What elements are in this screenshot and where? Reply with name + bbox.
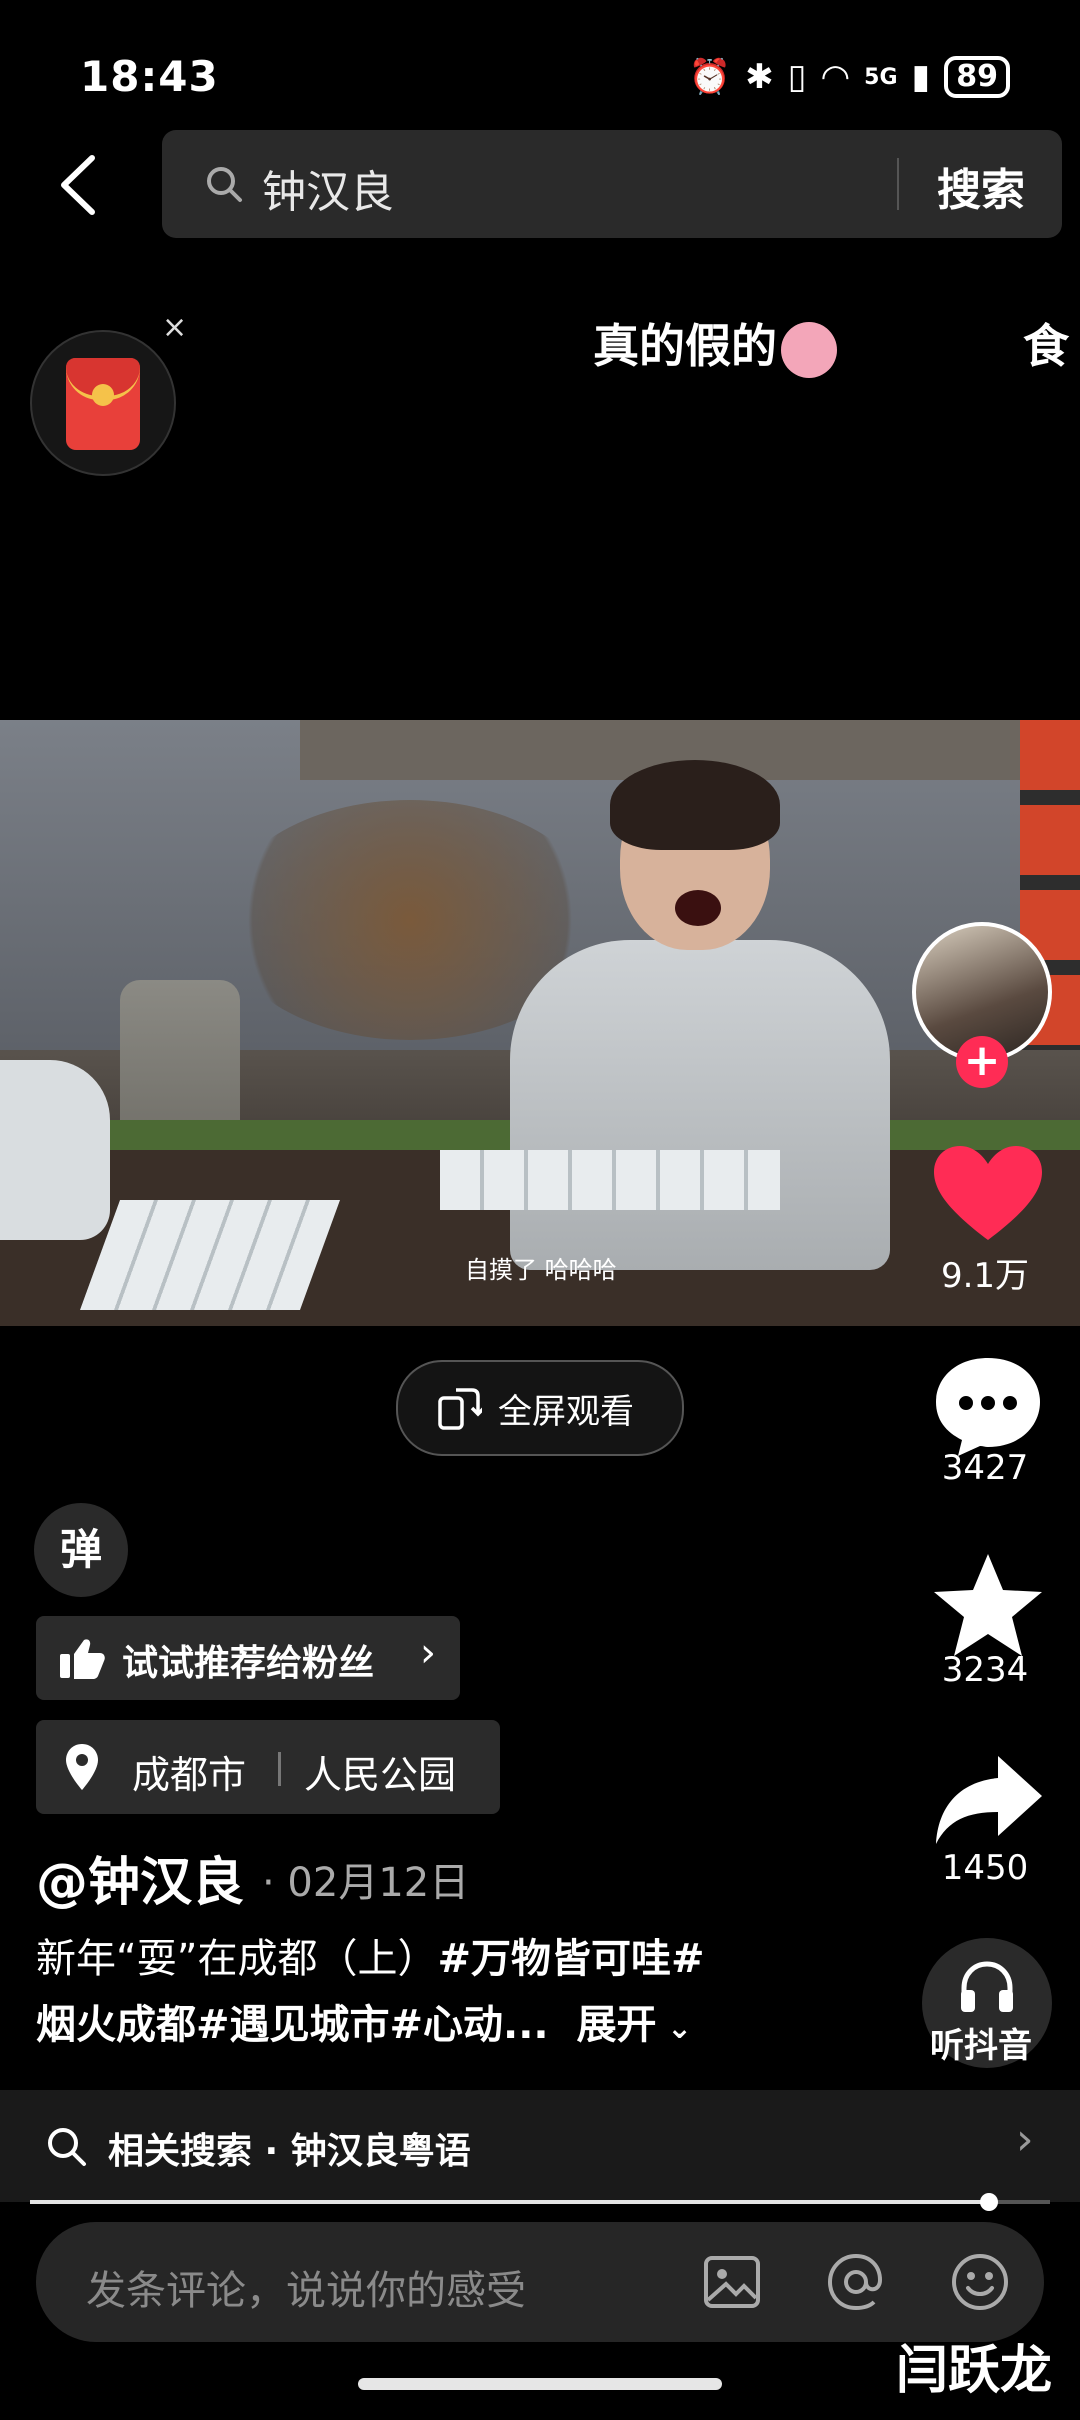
at-mention-icon[interactable] bbox=[824, 2250, 888, 2314]
search-button[interactable]: 搜索 bbox=[937, 154, 1025, 218]
recommend-label: 试试推荐给粉丝 bbox=[122, 1643, 375, 1684]
trending-item[interactable]: 真的假的 bbox=[593, 310, 837, 378]
location-pin-icon bbox=[66, 1744, 98, 1790]
bluetooth-icon: ✱ bbox=[745, 57, 774, 97]
status-bar: 18:43 ⏰ ✱ ▯ ◠ 5G ▮ 89 bbox=[0, 0, 1080, 140]
follow-button[interactable]: + bbox=[956, 1036, 1008, 1088]
watermark: 闫跃龙 bbox=[896, 2341, 1053, 2401]
vibrate-icon: ▯ bbox=[787, 57, 807, 97]
wifi-icon: ◠ bbox=[820, 57, 851, 97]
image-icon[interactable] bbox=[700, 2250, 764, 2314]
status-time: 18:43 bbox=[80, 52, 219, 101]
like-count: 9.1万 bbox=[940, 1256, 1030, 1296]
author-name[interactable]: @钟汉良 bbox=[36, 1840, 244, 1915]
alarm-icon: ⏰ bbox=[688, 57, 732, 97]
fullscreen-button[interactable]: 全屏观看 bbox=[396, 1360, 684, 1456]
red-envelope-icon bbox=[66, 358, 140, 450]
chevron-down-icon: ⌄ bbox=[656, 2011, 693, 2046]
comment-count: 3427 bbox=[941, 1448, 1029, 1488]
location-divider bbox=[278, 1752, 281, 1786]
hashtag[interactable]: #万物皆可哇# bbox=[437, 1936, 704, 1982]
close-icon[interactable]: × bbox=[162, 310, 187, 345]
fullscreen-label: 全屏观看 bbox=[498, 1392, 634, 1432]
caption-line-2: 烟火成都#遇见城市#心动... 展开 ⌄ bbox=[36, 2002, 693, 2048]
thumbs-up-icon bbox=[60, 1639, 105, 1679]
search-input[interactable]: 钟汉良 bbox=[262, 156, 394, 220]
status-icons: ⏰ ✱ ▯ ◠ 5G ▮ 89 bbox=[689, 56, 1010, 98]
danmu-toggle-button[interactable]: 弹 bbox=[34, 1503, 128, 1597]
like-heart-icon[interactable] bbox=[928, 1140, 1048, 1250]
search-icon bbox=[48, 2128, 86, 2166]
home-indicator[interactable] bbox=[358, 2378, 722, 2390]
network-label: 5G bbox=[864, 64, 898, 90]
emoji-icon[interactable] bbox=[948, 2250, 1012, 2314]
headphones-icon bbox=[961, 1961, 1013, 2012]
post-date: · 02月12日 bbox=[262, 1860, 470, 1906]
chevron-right-icon: › bbox=[420, 1630, 436, 1676]
listen-douyin-label: 听抖音 bbox=[930, 2026, 1032, 2066]
battery-level: 89 bbox=[944, 56, 1010, 98]
location-place: 人民公园 bbox=[304, 1753, 457, 1797]
video-subtitle: 自摸了 哈哈哈 bbox=[465, 1256, 617, 1284]
location-city: 成都市 bbox=[132, 1753, 247, 1797]
share-arrow-icon[interactable] bbox=[928, 1746, 1048, 1856]
search-icon bbox=[207, 167, 242, 202]
video-progress-fill bbox=[30, 2200, 989, 2204]
emoji-icon bbox=[781, 321, 837, 378]
related-search-label: 相关搜索 · 钟汉良粤语 bbox=[108, 2131, 471, 2172]
favorite-count: 3234 bbox=[941, 1650, 1029, 1690]
expand-button[interactable]: 展开 ⌄ bbox=[577, 2002, 693, 2048]
back-arrow-icon[interactable] bbox=[52, 150, 112, 220]
search-divider bbox=[897, 158, 899, 210]
chevron-right-icon: › bbox=[1016, 2114, 1034, 2165]
related-search-bar[interactable]: 相关搜索 · 钟汉良粤语 › bbox=[0, 2090, 1080, 2202]
search-box[interactable]: 钟汉良 搜索 bbox=[162, 130, 1062, 238]
trending-item[interactable]: 食 bbox=[1023, 310, 1069, 376]
recommend-to-fans-button[interactable]: 试试推荐给粉丝 › bbox=[36, 1616, 460, 1700]
comment-input-bar[interactable]: 发条评论，说说你的感受 bbox=[36, 2222, 1044, 2342]
video-progress-handle[interactable] bbox=[979, 2193, 998, 2211]
rotate-screen-icon bbox=[438, 1388, 482, 1430]
signal-icon: ▮ bbox=[911, 57, 931, 97]
caption-line-1: 新年“耍”在成都（上）#万物皆可哇# bbox=[36, 1936, 705, 1982]
video-player[interactable]: 自摸了 哈哈哈 bbox=[0, 720, 1080, 1326]
video-progress-bar[interactable] bbox=[30, 2193, 1050, 2211]
location-tag[interactable]: 成都市 人民公园 bbox=[36, 1720, 500, 1814]
comment-icon[interactable] bbox=[928, 1350, 1048, 1460]
share-count: 1450 bbox=[941, 1848, 1029, 1888]
star-icon[interactable] bbox=[928, 1550, 1048, 1660]
red-envelope-button[interactable] bbox=[30, 330, 176, 476]
video-person bbox=[490, 760, 910, 1290]
comment-input[interactable]: 发条评论，说说你的感受 bbox=[86, 2258, 526, 2316]
